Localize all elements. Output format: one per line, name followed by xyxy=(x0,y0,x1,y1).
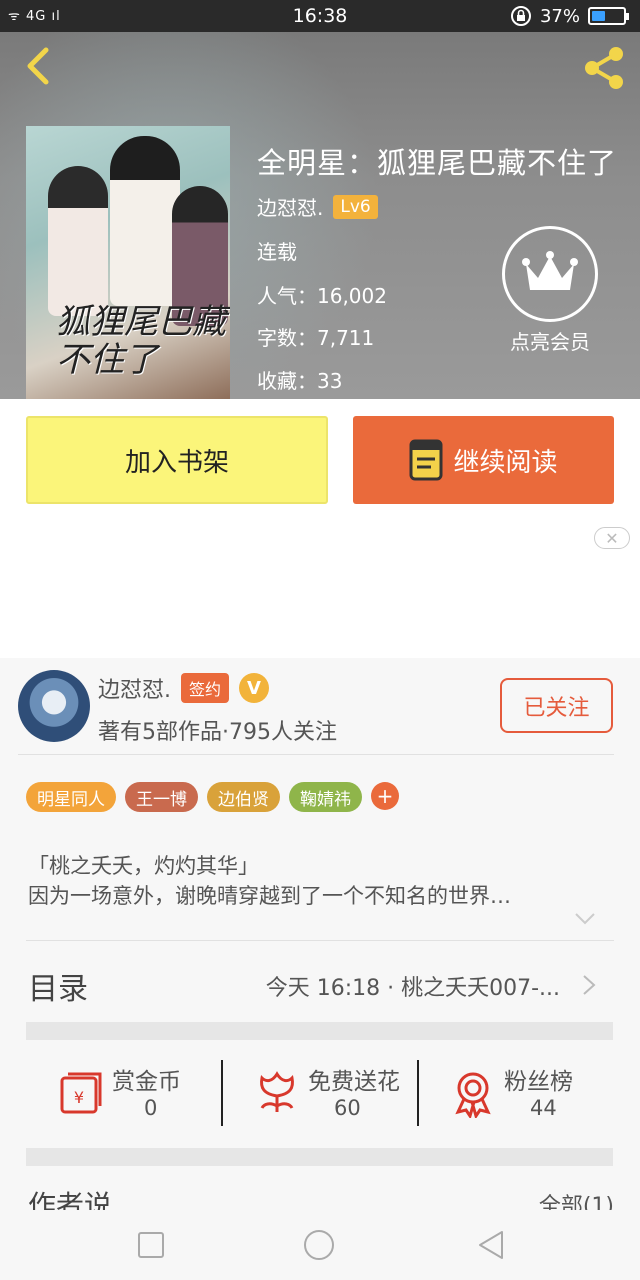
description-line: 因为一场意外，谢晚晴穿越到了一个不知名的世界… xyxy=(28,884,511,908)
book-author[interactable]: 边怼怼. xyxy=(257,192,323,221)
ad-area: ✕ xyxy=(0,521,640,658)
crown-icon xyxy=(522,251,578,290)
medal-icon xyxy=(455,1072,491,1118)
chevron-left-icon xyxy=(27,47,49,85)
status-right: 37% xyxy=(510,5,629,27)
words-label: 字数： xyxy=(257,326,317,350)
stat-name: 粉丝榜 xyxy=(504,1069,573,1095)
red-envelope-icon: ¥ xyxy=(60,1072,102,1114)
book-cover[interactable]: 狐狸尾巴藏不住了 xyxy=(26,126,230,399)
reward-coin-button[interactable]: ¥ 赏金币 0 xyxy=(26,1054,221,1134)
home-icon[interactable] xyxy=(302,1228,336,1262)
stat-name: 免费送花 xyxy=(308,1069,400,1095)
stats-row: ¥ 赏金币 0 免费送花 60 粉丝榜 44 xyxy=(26,1054,613,1134)
ad-close-button[interactable]: ✕ xyxy=(594,527,630,549)
flower-icon xyxy=(260,1071,294,1112)
battery-fill xyxy=(592,11,605,21)
system-nav-bar xyxy=(0,1210,640,1280)
level-badge: Lv6 xyxy=(333,194,378,219)
send-flower-button[interactable]: 免费送花 60 xyxy=(222,1054,417,1134)
favorites-row: 收藏：33 xyxy=(257,365,342,394)
book-status: 连载 xyxy=(257,240,297,264)
detail-card: 边怼怼. 签约 V 著有5部作品·795人关注 已关注 明星同人 王一博 边伯贤… xyxy=(0,658,640,1222)
continue-reading-button[interactable]: 继续阅读 xyxy=(353,416,614,504)
cover-title: 狐狸尾巴藏不住了 xyxy=(56,302,226,380)
share-icon xyxy=(585,47,623,89)
author-name-row: 边怼怼. 签约 V xyxy=(98,672,270,704)
recent-apps-icon[interactable] xyxy=(134,1228,168,1262)
divider xyxy=(18,754,614,755)
author-avatar[interactable] xyxy=(18,670,90,742)
book-author-line: 边怼怼. Lv6 xyxy=(257,192,378,221)
favorites-label: 收藏： xyxy=(257,369,317,393)
verified-badge: V xyxy=(239,673,270,703)
expand-chevron-icon[interactable] xyxy=(574,912,596,926)
stat-value: 0 xyxy=(144,1096,158,1120)
tag[interactable]: 鞠婧祎 xyxy=(289,782,362,812)
popularity-value: 16,002 xyxy=(317,284,387,308)
divider xyxy=(26,940,614,941)
vip-button[interactable]: 点亮会员 xyxy=(502,226,598,355)
battery-icon xyxy=(588,7,629,25)
add-tag-button[interactable]: + xyxy=(371,782,399,810)
stat-name: 赏金币 xyxy=(112,1069,181,1095)
author-stats: 著有5部作品·795人关注 xyxy=(98,720,337,745)
words-value: 7,711 xyxy=(317,326,375,350)
book-detail-page: ᯤ 4G ıl 16:38 37% 狐狸尾巴藏不住了 全明星：狐狸尾巴藏不住了 … xyxy=(0,0,640,1280)
favorites-value: 33 xyxy=(317,369,343,393)
status-bar: ᯤ 4G ıl 16:38 37% xyxy=(0,0,640,32)
popularity-label: 人气： xyxy=(257,284,317,308)
stat-value: 44 xyxy=(530,1096,557,1120)
book-icon xyxy=(409,439,443,481)
tag[interactable]: 明星同人 xyxy=(26,782,116,812)
follow-button[interactable]: 已关注 xyxy=(500,678,613,733)
tag[interactable]: 王一博 xyxy=(125,782,198,812)
book-hero: 狐狸尾巴藏不住了 全明星：狐狸尾巴藏不住了 边怼怼. Lv6 连载 人气：16,… xyxy=(0,32,640,399)
vip-circle xyxy=(502,226,598,322)
share-button[interactable] xyxy=(580,44,628,92)
words-row: 字数：7,711 xyxy=(257,322,374,351)
battery-percent: 37% xyxy=(539,5,580,27)
toc-label[interactable]: 目录 xyxy=(28,964,88,1008)
author-name[interactable]: 边怼怼. xyxy=(98,672,171,704)
signed-badge: 签约 xyxy=(181,673,230,703)
vip-label: 点亮会员 xyxy=(510,330,590,354)
fan-ranking-button[interactable]: 粉丝榜 44 xyxy=(418,1054,613,1134)
stat-value: 60 xyxy=(334,1096,361,1120)
cover-figure xyxy=(48,166,108,316)
back-nav-icon[interactable] xyxy=(474,1228,508,1262)
continue-reading-label: 继续阅读 xyxy=(453,447,558,478)
back-button[interactable] xyxy=(18,44,62,88)
description-line: 「桃之夭夭，灼灼其华」 xyxy=(28,854,259,878)
chevron-right-icon[interactable] xyxy=(582,974,596,996)
svg-text:¥: ¥ xyxy=(74,1088,84,1107)
tag-list: 明星同人 王一博 边伯贤 鞠婧祎 + xyxy=(26,782,399,812)
section-separator xyxy=(26,1148,613,1166)
popularity-row: 人气：16,002 xyxy=(257,280,387,309)
add-to-shelf-button[interactable]: 加入书架 xyxy=(26,416,328,504)
book-title: 全明星：狐狸尾巴藏不住了 xyxy=(257,146,618,180)
section-separator xyxy=(26,1022,613,1040)
latest-chapter[interactable]: 今天 16:18 · 桃之夭夭007-... xyxy=(266,970,560,1002)
action-bar: 加入书架 继续阅读 xyxy=(0,399,640,521)
cover-figure xyxy=(110,136,180,306)
lock-rotation-icon xyxy=(510,6,531,26)
tag[interactable]: 边伯贤 xyxy=(207,782,280,812)
